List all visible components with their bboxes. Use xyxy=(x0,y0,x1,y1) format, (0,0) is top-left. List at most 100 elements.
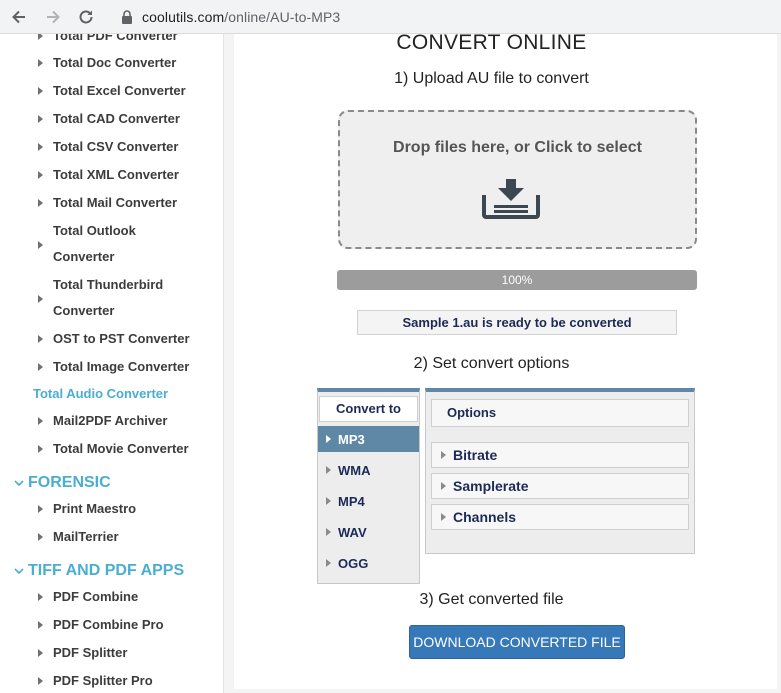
format-label: MP4 xyxy=(338,493,365,509)
reload-icon[interactable] xyxy=(76,7,96,27)
sidebar-item-total-cad-converter[interactable]: Total CAD Converter xyxy=(38,106,218,132)
format-option-ogg[interactable]: OGG xyxy=(318,550,419,576)
caret-right-icon xyxy=(38,408,47,434)
sidebar-item-pdf-combine-pro[interactable]: PDF Combine Pro xyxy=(38,612,218,638)
sidebar-item-label: MailTerrier xyxy=(53,529,119,544)
sidebar-item-label: Mail2PDF Archiver xyxy=(53,413,168,428)
caret-right-icon xyxy=(441,513,446,521)
sidebar-section-forensic[interactable]: FORENSIC xyxy=(13,474,111,492)
sidebar-item-pdf-splitter[interactable]: PDF Splitter xyxy=(38,640,218,666)
option-samplerate[interactable]: Samplerate xyxy=(431,473,689,499)
caret-right-icon xyxy=(38,584,47,610)
sidebar-item-label: PDF Splitter Pro xyxy=(53,673,153,688)
sidebar-item-total-audio-converter[interactable]: Total Audio Converter xyxy=(33,381,213,407)
sidebar-item-mailterrier[interactable]: MailTerrier xyxy=(38,524,218,550)
caret-right-icon xyxy=(38,106,47,132)
sidebar-item-label-line1: Total Thunderbird xyxy=(53,277,164,292)
file-ready-status: Sample 1.au is ready to be converted xyxy=(357,310,677,335)
sidebar-item-label: Total PDF Converter xyxy=(53,34,178,43)
converter-panel: CONVERT ONLINE 1) Upload AU file to conv… xyxy=(234,31,777,689)
option-label: Samplerate xyxy=(453,478,529,494)
caret-right-icon xyxy=(38,78,47,104)
sidebar-item-total-thunderbird-converter[interactable]: Total Thunderbird Converter xyxy=(38,272,218,326)
option-bitrate[interactable]: Bitrate xyxy=(431,442,689,468)
format-label: OGG xyxy=(338,555,369,571)
caret-right-icon xyxy=(326,559,331,567)
sidebar-item-label: Total XML Converter xyxy=(53,167,179,182)
sidebar-item-label: Total Audio Converter xyxy=(33,386,169,401)
convert-to-header: Convert to xyxy=(319,396,418,422)
convert-to-list: Convert to MP3 WMA MP4 WAV OGG xyxy=(317,388,420,584)
sidebar-item-label-line2: Converter xyxy=(53,249,115,264)
sidebar-item-total-outlook-converter[interactable]: Total Outlook Converter xyxy=(38,218,218,272)
format-label: WAV xyxy=(338,524,367,540)
format-option-wav[interactable]: WAV xyxy=(318,519,419,545)
sidebar-item-total-mail-converter[interactable]: Total Mail Converter xyxy=(38,190,218,216)
dropzone-text: Drop files here, or Click to select xyxy=(393,139,642,156)
sidebar-item-label-line1: Total Outlook xyxy=(53,223,136,238)
format-option-wma[interactable]: WMA xyxy=(318,457,419,483)
caret-right-icon xyxy=(38,436,47,462)
sidebar-item-label: PDF Combine Pro xyxy=(53,617,164,632)
sidebar-item-mail2pdf-archiver[interactable]: Mail2PDF Archiver xyxy=(38,408,218,434)
caret-right-icon xyxy=(38,272,47,326)
sidebar-item-total-xml-converter[interactable]: Total XML Converter xyxy=(38,162,218,188)
sidebar-item-pdf-combine[interactable]: PDF Combine xyxy=(38,584,218,610)
sidebar-item-total-movie-converter[interactable]: Total Movie Converter xyxy=(38,436,218,462)
caret-right-icon xyxy=(38,496,47,522)
options-header: Options xyxy=(431,399,689,427)
sidebar-item-ost-to-pst-converter[interactable]: OST to PST Converter xyxy=(38,326,218,352)
sidebar-section-tiff-and-pdf-apps[interactable]: TIFF AND PDF APPS xyxy=(13,562,184,580)
browser-toolbar: coolutils.com/online/AU-to-MP3 xyxy=(0,0,781,34)
page-title: CONVERT ONLINE xyxy=(396,31,587,54)
sidebar: Total PDF Converter Total Doc Converter … xyxy=(0,34,224,693)
file-dropzone[interactable]: Drop files here, or Click to select xyxy=(338,110,697,249)
back-icon[interactable] xyxy=(9,7,29,27)
format-option-mp3[interactable]: MP3 xyxy=(318,426,419,452)
caret-right-icon xyxy=(38,218,47,272)
format-label: MP3 xyxy=(338,431,365,447)
sidebar-item-label-line2: Converter xyxy=(53,303,115,318)
caret-right-icon xyxy=(38,640,47,666)
sidebar-item-label: Total Doc Converter xyxy=(53,55,177,70)
caret-right-icon xyxy=(326,466,331,474)
sidebar-item-label: Print Maestro xyxy=(53,501,137,516)
sidebar-item-total-excel-converter[interactable]: Total Excel Converter xyxy=(38,78,218,104)
forward-icon[interactable] xyxy=(43,7,63,27)
step-upload-label: 1) Upload AU file to convert xyxy=(394,70,589,87)
format-label: WMA xyxy=(338,462,371,478)
caret-right-icon xyxy=(441,451,446,459)
sidebar-item-label: PDF Splitter xyxy=(53,645,128,660)
caret-right-icon xyxy=(326,435,331,443)
sidebar-item-pdf-splitter-pro[interactable]: PDF Splitter Pro xyxy=(38,668,218,693)
upload-progress-bar: 100% xyxy=(337,270,697,290)
sidebar-item-total-pdf-converter[interactable]: Total PDF Converter xyxy=(38,34,218,49)
address-bar[interactable]: coolutils.com/online/AU-to-MP3 xyxy=(108,3,776,31)
download-converted-file-button[interactable]: DOWNLOAD CONVERTED FILE xyxy=(409,625,625,659)
download-tray-icon xyxy=(482,177,540,219)
sidebar-item-label: Total Mail Converter xyxy=(53,195,178,210)
url-host: coolutils.com xyxy=(142,9,225,25)
sidebar-item-total-csv-converter[interactable]: Total CSV Converter xyxy=(38,134,218,160)
main-content: CONVERT ONLINE 1) Upload AU file to conv… xyxy=(224,31,781,693)
sidebar-item-total-image-converter[interactable]: Total Image Converter xyxy=(38,354,218,380)
chevron-down-icon xyxy=(13,478,24,489)
caret-right-icon xyxy=(38,34,47,49)
caret-right-icon xyxy=(38,162,47,188)
chevron-down-icon xyxy=(13,566,24,577)
caret-right-icon xyxy=(326,497,331,505)
sidebar-item-total-doc-converter[interactable]: Total Doc Converter xyxy=(38,50,218,76)
sidebar-item-print-maestro[interactable]: Print Maestro xyxy=(38,496,218,522)
sidebar-item-label: OST to PST Converter xyxy=(53,331,190,346)
sidebar-item-label: Total CAD Converter xyxy=(53,111,180,126)
caret-right-icon xyxy=(38,326,47,352)
option-channels[interactable]: Channels xyxy=(431,504,689,530)
sidebar-item-label: Total Excel Converter xyxy=(53,83,186,98)
step-options-label: 2) Set convert options xyxy=(413,355,570,372)
caret-right-icon xyxy=(38,354,47,380)
format-option-mp4[interactable]: MP4 xyxy=(318,488,419,514)
caret-right-icon xyxy=(38,668,47,693)
step-download-label: 3) Get converted file xyxy=(419,591,564,608)
sidebar-item-label: PDF Combine xyxy=(53,589,139,604)
sidebar-section-title: TIFF AND PDF APPS xyxy=(28,562,185,579)
